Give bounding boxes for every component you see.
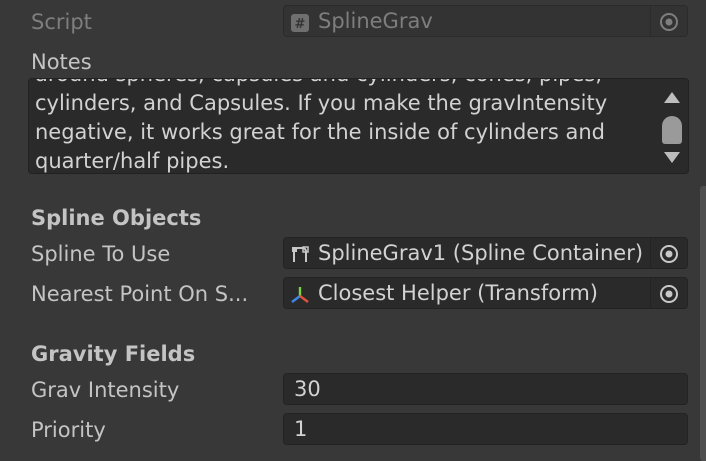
transform-axes-icon: [290, 283, 310, 303]
nearest-point-label: Nearest Point On S...: [31, 282, 249, 306]
inspector-scrollbar[interactable]: [700, 186, 706, 461]
notes-text-content: around spheres, capsules and cylinders, …: [35, 79, 655, 173]
spline-container-icon: [290, 243, 310, 263]
target-icon: [660, 13, 678, 31]
script-field: # SplineGrav: [283, 5, 688, 37]
section-header-spline-objects: Spline Objects: [31, 206, 202, 230]
spline-object-picker[interactable]: [650, 238, 687, 268]
spline-to-use-field[interactable]: SplineGrav1 (Spline Container): [283, 237, 688, 269]
priority-label: Priority: [31, 418, 106, 442]
priority-value: 1: [294, 417, 308, 441]
spline-to-use-value: SplineGrav1 (Spline Container): [318, 241, 644, 265]
section-header-gravity-fields: Gravity Fields: [31, 342, 196, 366]
nearest-point-object-picker[interactable]: [650, 278, 687, 308]
script-value: SplineGrav: [318, 9, 433, 33]
script-label: Script: [31, 10, 92, 34]
target-icon: [660, 285, 678, 303]
svg-text:#: #: [295, 17, 306, 32]
script-object-picker: [650, 6, 687, 36]
priority-input[interactable]: 1: [283, 413, 688, 445]
notes-text: cylinders, and Capsules. If you make the…: [35, 91, 608, 173]
target-icon: [660, 245, 678, 263]
csharp-script-icon: #: [290, 11, 310, 32]
notes-scrollbar-thumb[interactable]: [662, 116, 682, 144]
spline-to-use-label: Spline To Use: [31, 242, 171, 266]
notes-label: Notes: [31, 50, 92, 74]
notes-partial-line: around spheres, capsules and cylinders, …: [35, 79, 602, 86]
nearest-point-value: Closest Helper (Transform): [318, 281, 599, 305]
grav-intensity-value: 30: [294, 377, 321, 401]
scroll-up-arrow-icon[interactable]: [664, 92, 680, 103]
nearest-point-field[interactable]: Closest Helper (Transform): [283, 277, 688, 309]
scroll-down-arrow-icon[interactable]: [664, 152, 680, 163]
grav-intensity-label: Grav Intensity: [31, 378, 180, 402]
grav-intensity-input[interactable]: 30: [283, 373, 688, 405]
notes-textarea[interactable]: around spheres, capsules and cylinders, …: [28, 78, 689, 174]
